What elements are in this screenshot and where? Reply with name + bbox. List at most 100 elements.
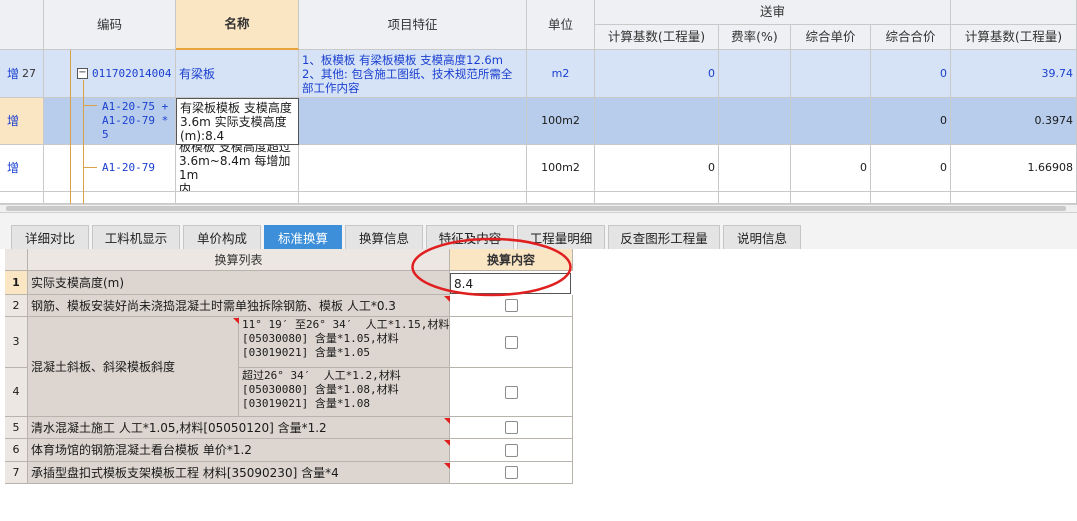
- row-partial: [791, 192, 871, 204]
- header-calc-base[interactable]: 计算基数(工程量): [595, 25, 719, 50]
- header-feature[interactable]: 项目特征: [299, 0, 527, 50]
- row-3-feature[interactable]: [299, 145, 527, 192]
- row-2-name[interactable]: 有梁板模板 支模高度 3.6m 实际支模高度 (m):8.4: [176, 98, 299, 145]
- tab-material-display[interactable]: 工料机显示: [92, 225, 180, 249]
- row-27-calc-base-2[interactable]: 39.74: [951, 50, 1077, 98]
- row-2-code-line-2: A1-20-79 *: [102, 114, 169, 127]
- row-flag-text: 增: [7, 66, 20, 81]
- row-partial: [176, 192, 299, 204]
- row-27-rate[interactable]: [719, 50, 791, 98]
- conversion-sub-desc: 11° 19′ 至26° 34′ 人工*1.15,材料 [05030080] 含…: [239, 317, 450, 368]
- header-calc-base-2[interactable]: 计算基数(工程量): [951, 25, 1077, 50]
- scrollbar-thumb[interactable]: [6, 206, 1066, 211]
- tree-line: [70, 50, 71, 204]
- row-27-code-cell[interactable]: 011702014004: [44, 50, 176, 98]
- row-partial: [0, 192, 44, 204]
- conversion-row-desc: 钢筋、模板安装好尚未浇捣混凝土时需单独拆除钢筋、模板 人工*0.3: [28, 295, 450, 317]
- conversion-checkbox-cell[interactable]: [450, 317, 573, 368]
- quantity-list-grid: 编码 名称 项目特征 单位 送审 计算基数(工程量) 费率(%) 综合单价 综合…: [0, 0, 1077, 204]
- conversion-checkbox-cell[interactable]: [450, 439, 573, 462]
- row-2-code-line-1: A1-20-75 +: [102, 100, 169, 113]
- row-2-feature[interactable]: [299, 98, 527, 145]
- row-partial: [527, 192, 595, 204]
- header-group-2: [951, 0, 1077, 25]
- row-3-calc-base[interactable]: 0: [595, 145, 719, 192]
- conversion-row-desc: 体育场馆的钢筋混凝土看台模板 单价*1.2: [28, 439, 450, 462]
- tab-description-info[interactable]: 说明信息: [723, 225, 801, 249]
- conversion-group-label: 混凝土斜板、斜梁模板斜度: [28, 317, 239, 417]
- row-partial: [299, 192, 527, 204]
- conversion-checkbox[interactable]: [504, 335, 518, 349]
- row-27-name[interactable]: 有梁板: [176, 50, 299, 98]
- tab-detail-compare[interactable]: 详细对比: [11, 225, 89, 249]
- header-unit[interactable]: 单位: [527, 0, 595, 50]
- row-2-calc-base[interactable]: [595, 98, 719, 145]
- annotation-circle: [411, 237, 572, 297]
- conversion-row-num: 6: [5, 439, 28, 462]
- row-2-name-line-3: (m):8.4: [180, 128, 225, 143]
- conversion-checkbox[interactable]: [504, 385, 518, 399]
- tree-line: [83, 80, 84, 204]
- row-partial: [871, 192, 951, 204]
- row-partial: [719, 192, 791, 204]
- tab-reverse-graph-quantity[interactable]: 反查图形工程量: [608, 225, 720, 249]
- comment-marker-icon: [444, 418, 450, 424]
- row-27-unit[interactable]: m2: [527, 50, 595, 98]
- row-3-calc-base-2[interactable]: 1.66908: [951, 145, 1077, 192]
- row-2-flag[interactable]: 增: [0, 98, 44, 145]
- tree-line: [83, 167, 97, 168]
- header-total-price[interactable]: 综合合价: [871, 25, 951, 50]
- row-27-unit-price[interactable]: [791, 50, 871, 98]
- conversion-checkbox[interactable]: [504, 421, 518, 434]
- row-2-rate[interactable]: [719, 98, 791, 145]
- comment-marker-icon: [444, 463, 450, 469]
- row-partial: [595, 192, 719, 204]
- header-code[interactable]: 编码: [44, 0, 176, 50]
- conversion-checkbox-cell[interactable]: [450, 295, 573, 317]
- row-27-code: 011702014004: [92, 66, 172, 80]
- conversion-checkbox[interactable]: [504, 443, 518, 457]
- conversion-row-num: 5: [5, 417, 28, 439]
- header-name[interactable]: 名称: [176, 0, 299, 50]
- conversion-sub-desc: 超过26° 34′ 人工*1.2,材料 [05030080] 含量*1.08,材…: [239, 368, 450, 417]
- horizontal-scrollbar[interactable]: [0, 204, 1077, 212]
- row-27-feature[interactable]: 1、板模板 有梁板模板 支模高度12.6m 2、其他: 包含施工图纸、技术规范所…: [299, 50, 527, 98]
- header-unit-price[interactable]: 综合单价: [791, 25, 871, 50]
- feature-line-3: 部工作内容: [302, 80, 360, 95]
- row-3-total-price[interactable]: 0: [871, 145, 951, 192]
- row-2-unit-price[interactable]: [791, 98, 871, 145]
- conversion-row-num: 2: [5, 295, 28, 317]
- tab-price-composition[interactable]: 单价构成: [183, 225, 261, 249]
- collapse-icon[interactable]: −: [77, 68, 88, 79]
- row-2-code-cell[interactable]: A1-20-75 + A1-20-79 * 5: [44, 98, 176, 145]
- row-3-code-cell[interactable]: A1-20-79: [44, 145, 176, 192]
- row-3-name-line-1: 板模板 支模高度超过: [179, 145, 291, 154]
- conversion-checkbox-cell[interactable]: [450, 368, 573, 417]
- conversion-checkbox[interactable]: [504, 299, 518, 312]
- row-2-total-price[interactable]: 0: [871, 98, 951, 145]
- tab-standard-conversion[interactable]: 标准换算: [264, 225, 342, 249]
- row-3-rate[interactable]: [719, 145, 791, 192]
- conversion-row-num: 1: [5, 271, 28, 295]
- row-3-unit[interactable]: 100m2: [527, 145, 595, 192]
- conversion-checkbox-cell[interactable]: [450, 417, 573, 439]
- feature-line-1: 1、板模板 有梁板模板 支模高度12.6m: [302, 52, 503, 67]
- header-rate[interactable]: 费率(%): [719, 25, 791, 50]
- row-3-name[interactable]: 板模板 支模高度超过 3.6m~8.4m 每增加1m 内: [176, 145, 299, 192]
- row-3-code: A1-20-79: [102, 161, 155, 174]
- tree-line: [83, 105, 97, 106]
- row-2-unit[interactable]: 100m2: [527, 98, 595, 145]
- comment-marker-icon: [233, 318, 239, 324]
- row-27-flag[interactable]: 增 27: [0, 50, 44, 98]
- row-27-total-price[interactable]: 0: [871, 50, 951, 98]
- row-3-flag[interactable]: 增: [0, 145, 44, 192]
- row-3-unit-price[interactable]: 0: [791, 145, 871, 192]
- row-index: 27: [22, 66, 37, 80]
- row-2-calc-base-2[interactable]: 0.3974: [951, 98, 1077, 145]
- row-27-calc-base[interactable]: 0: [595, 50, 719, 98]
- conversion-checkbox[interactable]: [504, 466, 518, 479]
- row-3-name-line-3: 内: [179, 182, 192, 192]
- conversion-checkbox-cell[interactable]: [450, 462, 573, 484]
- conversion-header-list: 换算列表: [28, 249, 450, 271]
- conversion-row-desc: 承插型盘扣式模板支架模板工程 材料[35090230] 含量*4: [28, 462, 450, 484]
